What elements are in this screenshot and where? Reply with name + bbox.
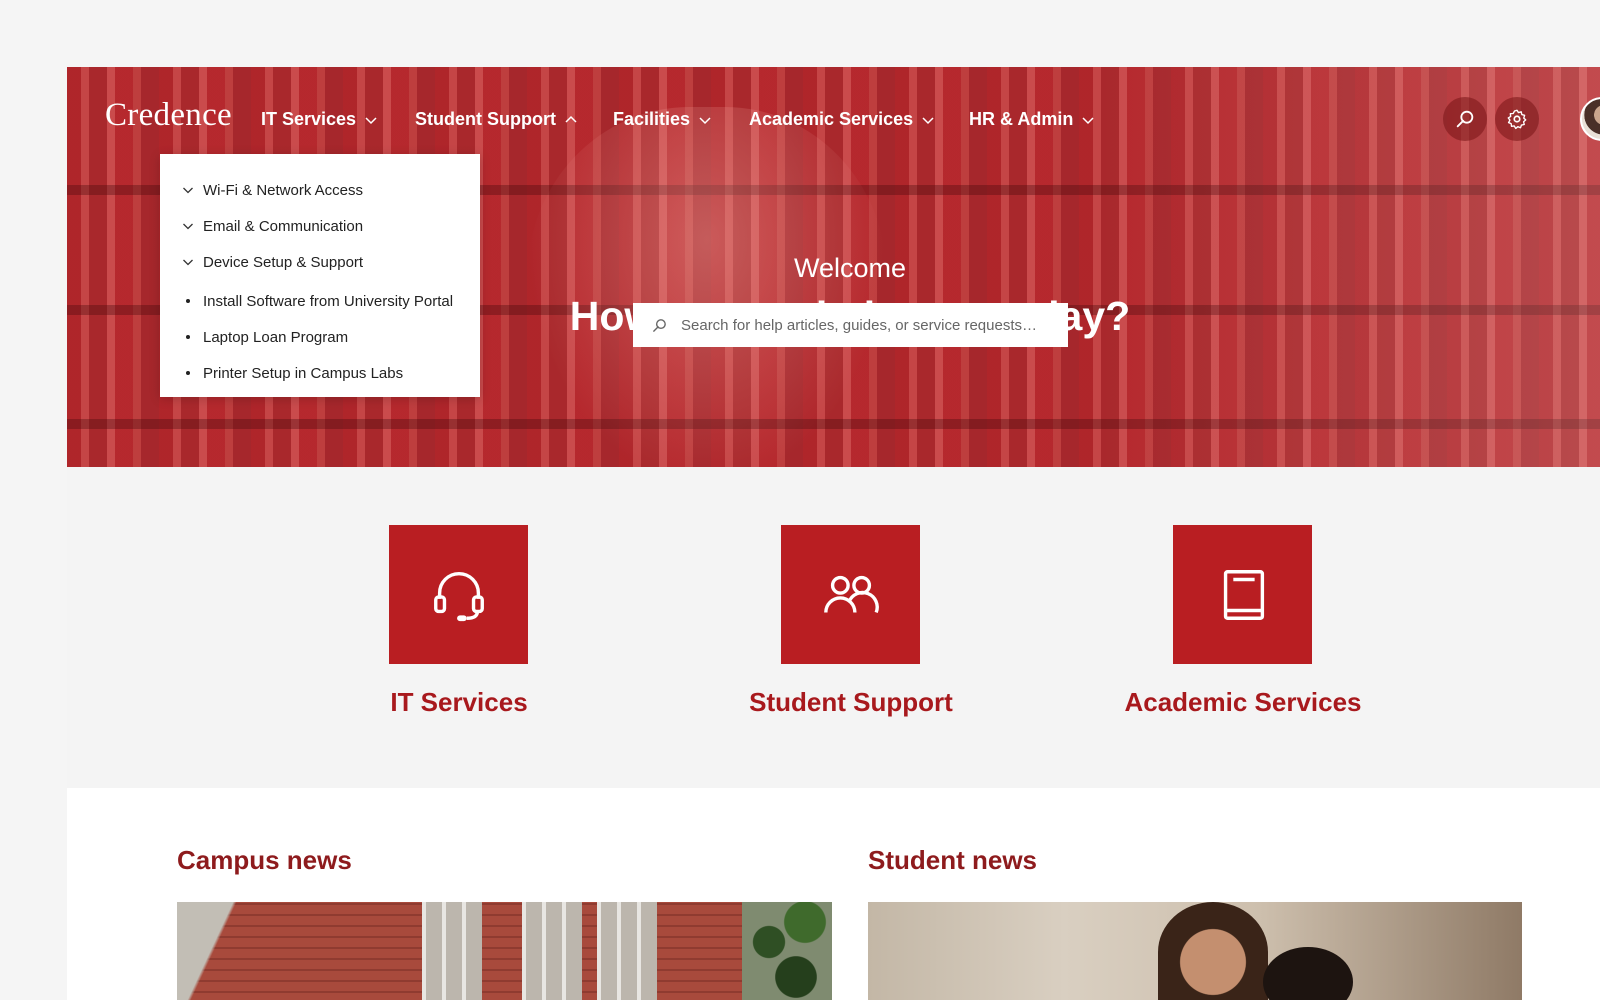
nav-item-hr-admin[interactable]: HR & Admin (969, 109, 1095, 130)
nav-item-academic-services[interactable]: Academic Services (749, 109, 935, 130)
settings-button[interactable] (1495, 97, 1539, 141)
category-label-academic-services[interactable]: Academic Services (1043, 687, 1443, 718)
dropdown-item-label: Printer Setup in Campus Labs (203, 364, 404, 382)
search-icon (1456, 110, 1474, 128)
nav-item-it-services[interactable]: IT Services (261, 109, 378, 130)
student-news-heading: Student news (868, 845, 1038, 875)
dropdown-item-label: Email & Communication (203, 217, 364, 235)
student-figure (1263, 947, 1353, 1000)
page-frame: Credence IT Services Student Support Fac… (67, 67, 1600, 1000)
tree-leaves (742, 902, 832, 1000)
gear-icon (1507, 109, 1527, 130)
category-label-student-support[interactable]: Student Support (651, 687, 1051, 718)
campus-news-image[interactable] (177, 902, 832, 1000)
nav-item-student-support[interactable]: Student Support (415, 109, 578, 130)
nav-item-label: Academic Services (749, 109, 914, 129)
bullet (182, 371, 203, 375)
chevron-down-icon (1082, 116, 1094, 124)
dropdown-item-device-setup[interactable]: Device Setup & Support (160, 244, 480, 280)
search-button[interactable] (1443, 97, 1487, 141)
building-window (522, 902, 582, 1000)
bullet (182, 299, 203, 303)
dropdown-item-install-software[interactable]: Install Software from University Portal (160, 283, 480, 319)
chevron-up-icon (565, 115, 577, 123)
chevron-down-icon (182, 184, 203, 196)
hero-search-bar[interactable] (633, 303, 1068, 347)
chevron-down-icon (182, 220, 203, 232)
student-news-image[interactable] (868, 902, 1522, 1000)
category-label-it-services[interactable]: IT Services (259, 687, 659, 718)
avatar[interactable] (1580, 97, 1600, 141)
category-tile-student-support[interactable] (781, 525, 920, 664)
news-section: Campus news Student news (67, 788, 1600, 1000)
chevron-down-icon (365, 116, 377, 124)
people-icon (823, 575, 879, 613)
headset-icon (433, 571, 484, 621)
student-figure (1158, 902, 1268, 1000)
dropdown-item-laptop-loan[interactable]: Laptop Loan Program (160, 319, 480, 355)
search-icon (653, 318, 666, 332)
nav-item-facilities[interactable]: Facilities (613, 109, 712, 130)
dropdown-item-wifi[interactable]: Wi-Fi & Network Access (160, 172, 480, 208)
dropdown-item-email[interactable]: Email & Communication (160, 208, 480, 244)
dropdown-item-label: Laptop Loan Program (203, 328, 349, 346)
it-services-dropdown: Wi-Fi & Network Access Email & Communica… (160, 154, 480, 397)
building-window (422, 902, 482, 1000)
category-tile-it-services[interactable] (389, 525, 528, 664)
chevron-down-icon (182, 256, 203, 268)
dropdown-item-printer-setup[interactable]: Printer Setup in Campus Labs (160, 355, 480, 391)
nav-item-label: IT Services (261, 109, 357, 129)
brand-logo[interactable]: Credence (105, 97, 232, 134)
bullet (182, 335, 203, 339)
nav-item-label: HR & Admin (969, 109, 1074, 129)
nav-item-label: Student Support (415, 109, 556, 129)
dropdown-item-label: Wi-Fi & Network Access (203, 181, 364, 199)
category-tile-academic-services[interactable] (1173, 525, 1312, 664)
book-icon (1223, 569, 1264, 620)
top-nav: Credence IT Services Student Support Fac… (67, 67, 1600, 167)
dropdown-item-label: Install Software from University Portal (203, 292, 454, 310)
search-input[interactable] (681, 316, 1051, 334)
chevron-down-icon (699, 116, 711, 124)
dropdown-item-label: Device Setup & Support (203, 253, 364, 271)
chevron-down-icon (922, 116, 934, 124)
nav-item-label: Facilities (613, 109, 691, 129)
campus-news-heading: Campus news (177, 845, 352, 875)
building-window (597, 902, 657, 1000)
